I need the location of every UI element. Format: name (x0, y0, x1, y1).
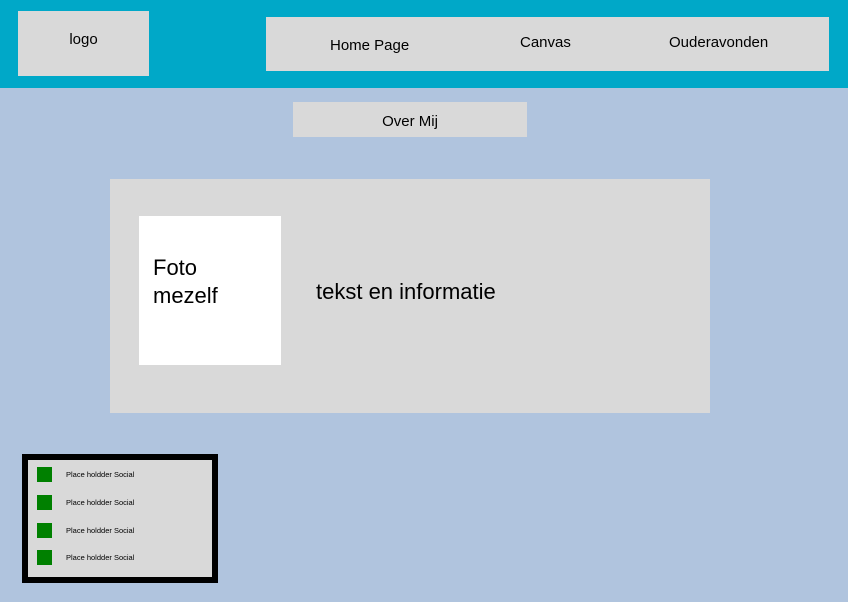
nav-home-link[interactable]: Home Page (330, 37, 409, 54)
social-label: Place holdder Social (66, 498, 135, 507)
logo-text: logo (69, 31, 98, 48)
over-mij-button[interactable]: Over Mij (293, 102, 527, 137)
social-placeholder-icon (37, 495, 52, 510)
nav-canvas-link[interactable]: Canvas (520, 34, 571, 51)
logo[interactable]: logo (18, 11, 149, 76)
header-bar: logo Home Page Canvas Ouderavonden (0, 0, 848, 88)
nav-ouderavonden-link[interactable]: Ouderavonden (669, 34, 768, 51)
social-label: Place holdder Social (66, 526, 135, 535)
social-placeholder-icon (37, 467, 52, 482)
social-item[interactable]: Place holdder Social (37, 550, 134, 565)
social-item[interactable]: Place holdder Social (37, 467, 134, 482)
content-panel: Foto mezelf tekst en informatie (110, 179, 710, 413)
social-placeholder-icon (37, 550, 52, 565)
social-label: Place holdder Social (66, 470, 135, 479)
social-item[interactable]: Place holdder Social (37, 523, 134, 538)
social-placeholder-icon (37, 523, 52, 538)
photo-placeholder: Foto mezelf (139, 216, 281, 365)
info-text: tekst en informatie (316, 279, 496, 304)
social-item[interactable]: Place holdder Social (37, 495, 134, 510)
social-label: Place holdder Social (66, 553, 135, 562)
photo-label: Foto mezelf (153, 255, 218, 308)
social-links-panel: Place holdder Social Place holdder Socia… (22, 454, 218, 583)
over-mij-label: Over Mij (382, 113, 438, 130)
main-nav: Home Page Canvas Ouderavonden (266, 17, 829, 71)
